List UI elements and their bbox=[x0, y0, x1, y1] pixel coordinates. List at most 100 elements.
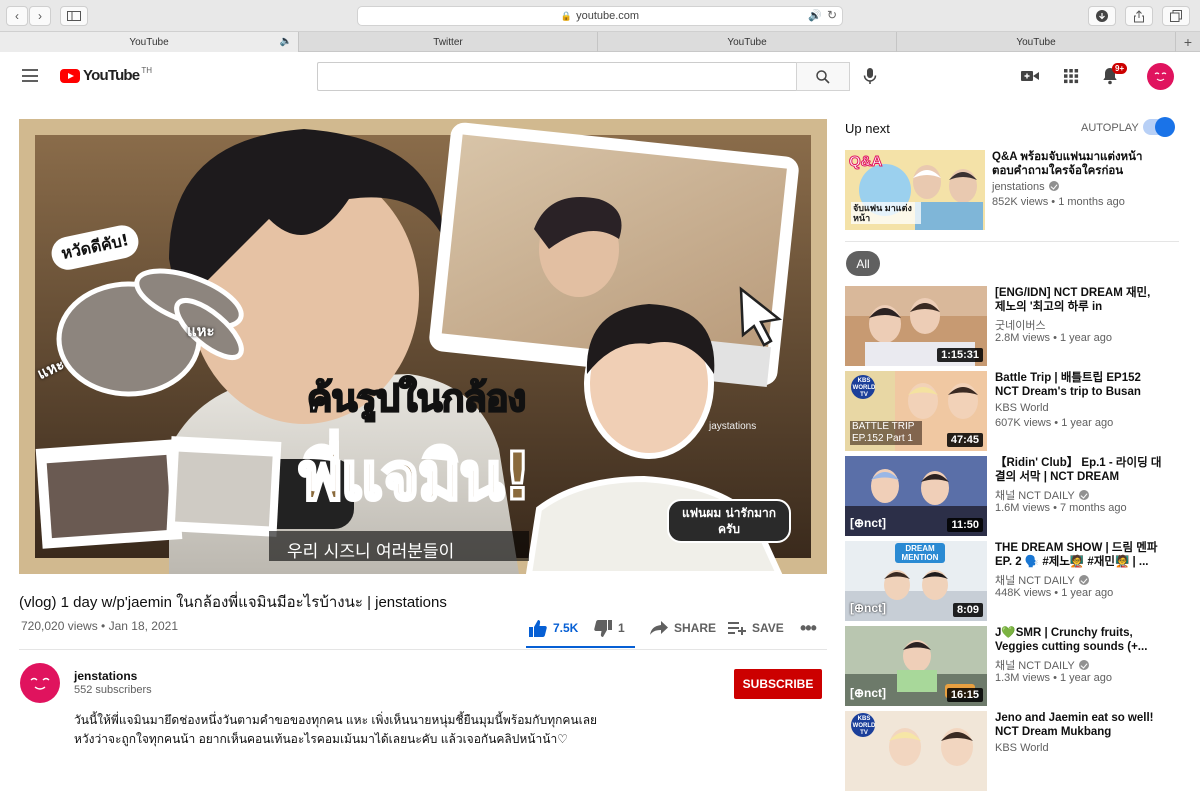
share-label: SHARE bbox=[674, 621, 717, 635]
nct-badge: [⊕nct] bbox=[850, 516, 887, 530]
overlay-headline-2: พี่แจมิน! bbox=[297, 437, 533, 517]
video-thumbnail[interactable]: Q&A จับแฟน มาแต่งหน้า bbox=[845, 150, 985, 230]
back-button[interactable]: ‹ bbox=[6, 6, 28, 26]
address-bar[interactable]: 🔒 youtube.com 🔊 ↻ bbox=[357, 6, 843, 26]
smiley-face-icon bbox=[1154, 72, 1167, 82]
browser-tab[interactable]: Twitter bbox=[299, 32, 598, 52]
channel-avatar[interactable] bbox=[20, 663, 60, 703]
tab-overview-button[interactable] bbox=[1162, 6, 1190, 26]
search-button[interactable] bbox=[796, 62, 850, 91]
browser-tab[interactable]: YouTube bbox=[897, 32, 1176, 52]
playlist-add-icon bbox=[728, 622, 746, 635]
audio-playing-icon[interactable]: 🔊 bbox=[808, 9, 822, 22]
new-tab-button[interactable]: + bbox=[1176, 32, 1200, 51]
dislike-button[interactable]: 1 bbox=[594, 614, 625, 642]
subscribe-button[interactable]: SUBSCRIBE bbox=[734, 669, 822, 699]
video-stats: 448K views • 1 year ago bbox=[995, 587, 1114, 599]
share-video-button[interactable]: SHARE bbox=[650, 614, 716, 642]
thumbs-down-icon bbox=[594, 619, 612, 637]
video-thumbnail[interactable]: [⊕nct] 16:15 bbox=[845, 626, 987, 706]
video-thumbnail[interactable]: KBS WORLD TV bbox=[845, 711, 987, 791]
share-button[interactable] bbox=[1125, 6, 1153, 26]
microphone-icon[interactable] bbox=[860, 66, 880, 86]
tab-label: Twitter bbox=[433, 36, 463, 48]
notifications-badge: 9+ bbox=[1112, 63, 1128, 74]
filter-chip-all[interactable]: All bbox=[846, 251, 880, 276]
video-channel[interactable]: 채널 NCT DAILY bbox=[995, 657, 1089, 673]
forward-button[interactable]: › bbox=[29, 6, 51, 26]
video-title[interactable]: Battle Trip | 배틀트립 EP152 NCT Dream's tri… bbox=[995, 371, 1163, 399]
overlay-watermark: jaystations bbox=[709, 421, 757, 432]
video-channel[interactable]: 굿네이버스 bbox=[995, 317, 1046, 333]
save-button[interactable]: SAVE bbox=[728, 614, 784, 642]
sidebar-toggle-button[interactable] bbox=[60, 6, 88, 26]
video-title[interactable]: J💚SMR | Crunchy fruits, Veggies cutting … bbox=[995, 626, 1163, 654]
nct-badge: [⊕nct] bbox=[850, 686, 887, 700]
play-logo-icon bbox=[60, 68, 80, 83]
browser-tab[interactable]: YouTube bbox=[598, 32, 897, 52]
video-thumbnail[interactable]: DREAM MENTION [⊕nct] 8:09 bbox=[845, 541, 987, 621]
up-next-video[interactable]: Q&A จับแฟน มาแต่งหน้า Q&A พร้อมจับแฟนมาแ… bbox=[845, 150, 1185, 230]
thumbnail-badge: KBS WORLD TV bbox=[852, 716, 876, 736]
video-channel[interactable]: KBS World bbox=[995, 742, 1049, 754]
thumbnail-text: DREAM MENTION bbox=[895, 543, 945, 563]
recommended-video[interactable]: 1:15:31 [ENG/IDN] NCT DREAM 재민, 제노의 '최고의… bbox=[845, 286, 1185, 366]
video-title[interactable]: [ENG/IDN] NCT DREAM 재민, 제노의 '최고의 하루 in I… bbox=[995, 286, 1163, 314]
recommended-video[interactable]: KBS WORLD TV BATTLE TRIP EP.152 Part 1 4… bbox=[845, 371, 1185, 451]
view-count: 720,020 views bbox=[21, 619, 98, 633]
video-title[interactable]: 【Ridin' Club】 Ep.1 - 라이딩 대결의 서막 | NCT DR… bbox=[995, 456, 1163, 484]
video-title[interactable]: THE DREAM SHOW | 드림 멘파 EP. 2 🗣️ #제노🧑‍🏫 #… bbox=[995, 541, 1163, 569]
overlay-subtitle: 우리 시즈니 여러분들이 bbox=[287, 542, 455, 562]
video-duration: 11:50 bbox=[947, 518, 983, 532]
video-channel[interactable]: 채널 NCT DAILY bbox=[995, 487, 1089, 503]
video-title[interactable]: Jeno and Jaemin eat so well! NCT Dream M… bbox=[995, 711, 1163, 739]
video-player[interactable]: หวัดดีคับ! แหะ แหะ ค้นรูปในกล้อง พี่แจมิ… bbox=[19, 119, 827, 574]
apps-grid-icon[interactable] bbox=[1060, 66, 1082, 86]
channel-name[interactable]: jenstations bbox=[74, 669, 137, 683]
create-video-icon[interactable] bbox=[1019, 66, 1041, 86]
description-line: หวังว่าจะถูกใจทุกคนน้า อยากเห็นคอนเท้นอะ… bbox=[74, 732, 568, 746]
sidebar-icon bbox=[67, 11, 81, 21]
subscriber-count: 552 subscribers bbox=[74, 684, 152, 696]
recommended-video[interactable]: [⊕nct] 16:15 J💚SMR | Crunchy fruits, Veg… bbox=[845, 626, 1185, 706]
video-channel[interactable]: jenstations bbox=[992, 181, 1059, 193]
search-icon bbox=[816, 69, 830, 84]
reload-icon[interactable]: ↻ bbox=[827, 8, 837, 22]
autoplay-toggle[interactable] bbox=[1143, 117, 1175, 137]
video-channel[interactable]: 채널 NCT DAILY bbox=[995, 572, 1089, 588]
lock-icon: 🔒 bbox=[560, 10, 573, 21]
logo-text: YouTube bbox=[83, 67, 140, 84]
search-input[interactable] bbox=[317, 62, 797, 91]
youtube-logo[interactable]: YouTube TH bbox=[60, 66, 153, 84]
like-button[interactable]: 7.5K bbox=[529, 614, 578, 642]
video-stats: 1.6M views • 7 months ago bbox=[995, 502, 1127, 514]
country-code: TH bbox=[141, 66, 153, 75]
menu-icon[interactable] bbox=[22, 69, 38, 82]
thumbnail-text: BATTLE TRIP EP.152 Part 1 bbox=[850, 421, 922, 445]
browser-tab-bar: YouTube 🔈 Twitter YouTube YouTube + bbox=[0, 32, 1200, 52]
recommended-video[interactable]: [⊕nct] 11:50 【Ridin' Club】 Ep.1 - 라이딩 대결… bbox=[845, 456, 1185, 536]
tab-label: YouTube bbox=[727, 36, 767, 48]
speaker-icon[interactable]: 🔈 bbox=[280, 36, 292, 47]
video-title[interactable]: Q&A พร้อมจับแฟนมาแต่งหน้า ตอบคำถามใครจ้อ… bbox=[992, 150, 1160, 178]
more-actions-button[interactable]: ••• bbox=[800, 614, 817, 642]
recommended-video[interactable]: KBS WORLD TV Jeno and Jaemin eat so well… bbox=[845, 711, 1185, 791]
browser-tab[interactable]: YouTube 🔈 bbox=[0, 32, 299, 52]
channel-name: 채널 NCT DAILY bbox=[995, 660, 1075, 672]
smiley-face-icon bbox=[30, 677, 50, 690]
tabs-icon bbox=[1170, 10, 1182, 22]
nct-badge: [⊕nct] bbox=[850, 601, 887, 615]
video-thumbnail[interactable]: KBS WORLD TV BATTLE TRIP EP.152 Part 1 4… bbox=[845, 371, 987, 451]
up-next-heading: Up next bbox=[845, 121, 890, 136]
overlay-speech-bubble: แฟนผม น่ารักมากครับ bbox=[667, 499, 791, 543]
video-thumbnail[interactable]: 1:15:31 bbox=[845, 286, 987, 366]
downloads-button[interactable] bbox=[1088, 6, 1116, 26]
share-arrow-icon bbox=[650, 621, 668, 635]
like-count: 7.5K bbox=[553, 621, 579, 635]
video-thumbnail[interactable]: [⊕nct] 11:50 bbox=[845, 456, 987, 536]
thumbnail-text: Q&A bbox=[848, 153, 883, 171]
video-channel[interactable]: KBS World bbox=[995, 402, 1049, 414]
account-avatar[interactable] bbox=[1147, 63, 1174, 90]
verified-check-icon bbox=[1078, 660, 1089, 670]
recommended-video[interactable]: DREAM MENTION [⊕nct] 8:09 THE DREAM SHOW… bbox=[845, 541, 1185, 621]
